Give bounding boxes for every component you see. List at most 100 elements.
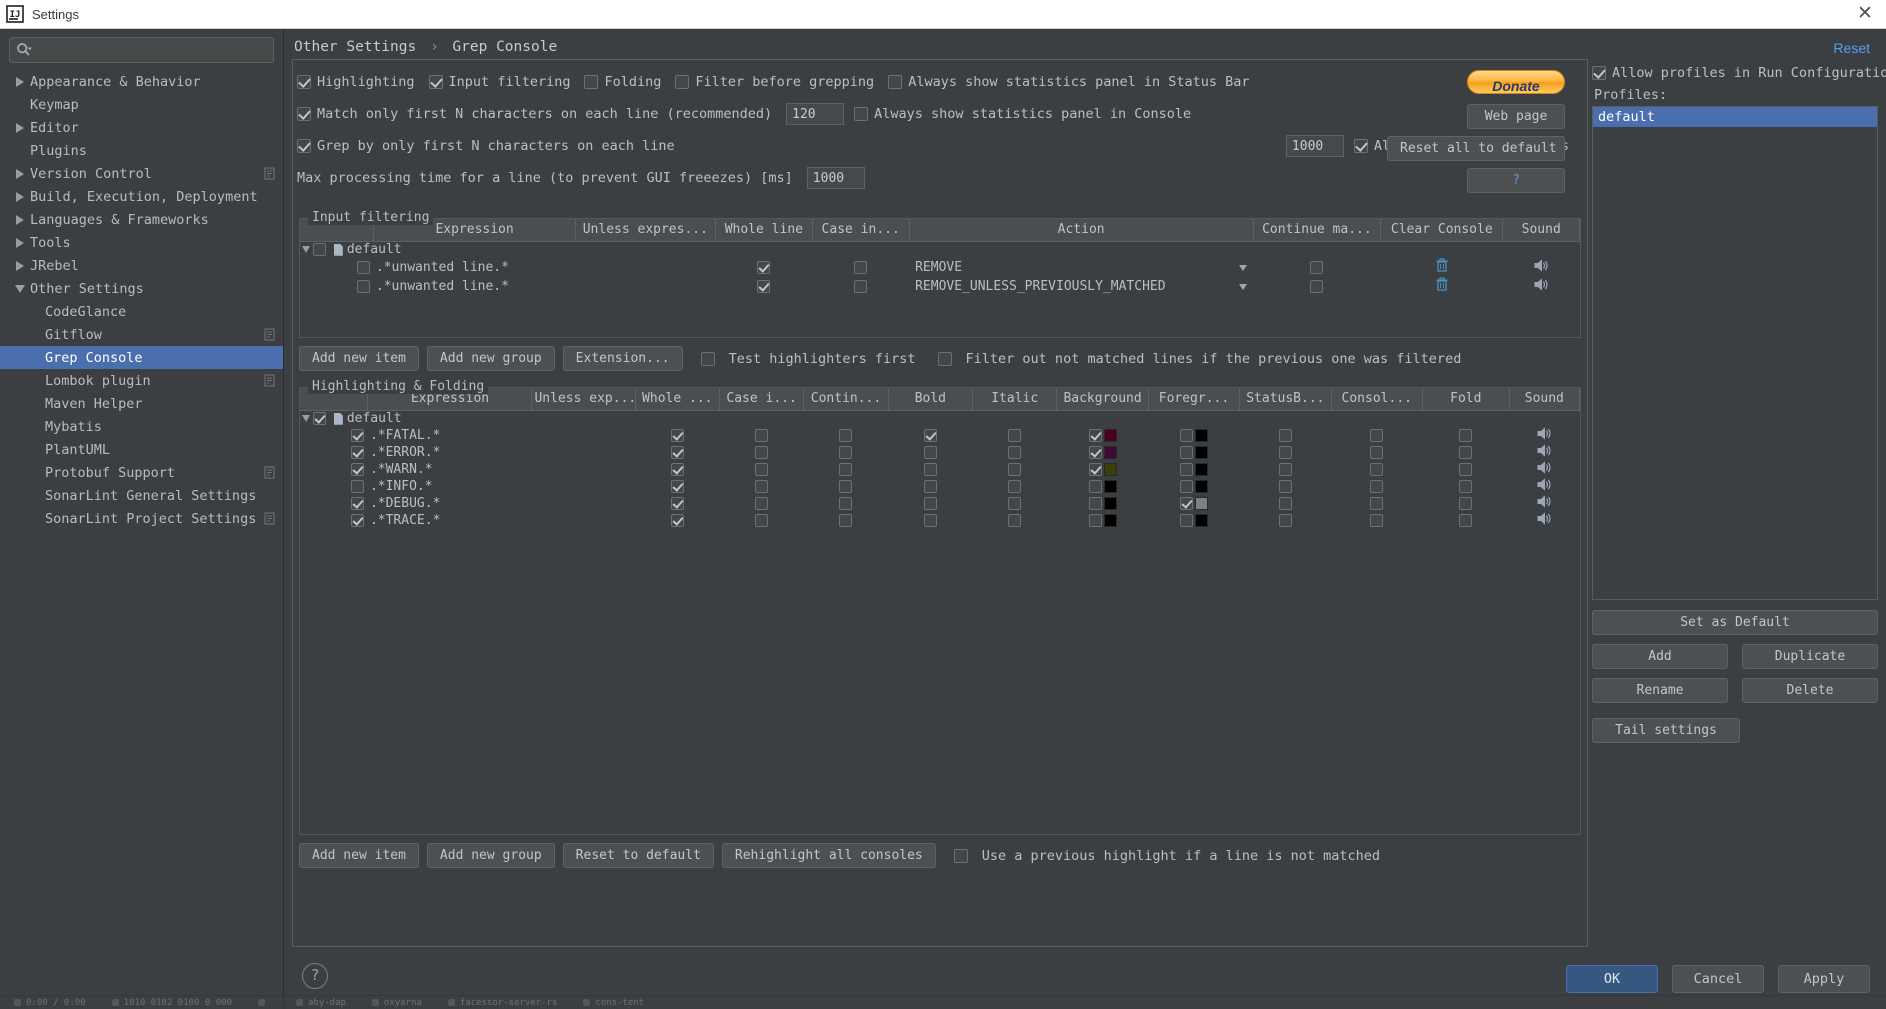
table-row[interactable]: .*unwanted line.* REMOVE bbox=[300, 258, 1580, 277]
hl-enable-cell[interactable] bbox=[300, 461, 368, 478]
table-row[interactable]: .*INFO.* bbox=[300, 478, 1580, 495]
tail-settings-button[interactable]: Tail settings bbox=[1592, 718, 1740, 743]
sidebar-item-languages-frameworks[interactable]: Languages & Frameworks bbox=[0, 208, 283, 231]
always-pin-checkbox[interactable] bbox=[1353, 139, 1368, 153]
rehighlight-all-consoles-button[interactable]: Rehighlight all consoles bbox=[721, 843, 936, 868]
if-clear-console-cell[interactable] bbox=[1381, 277, 1503, 296]
hl-continue-checkbox[interactable] bbox=[839, 429, 853, 442]
hl-italic-checkbox[interactable] bbox=[1008, 463, 1022, 476]
if-whole-line-cell[interactable] bbox=[715, 277, 812, 296]
hl-statusbar-checkbox[interactable] bbox=[1278, 514, 1292, 527]
hl-bold-checkbox[interactable] bbox=[923, 497, 937, 510]
hl-sound-cell[interactable] bbox=[1509, 444, 1579, 461]
hl-foreground-color-swatch[interactable] bbox=[1194, 446, 1208, 459]
if-case-cell[interactable] bbox=[812, 258, 909, 277]
hl-fold-checkbox[interactable] bbox=[1459, 480, 1473, 493]
if-col-header-6[interactable]: Continue ma... bbox=[1253, 219, 1382, 242]
if-unless-cell[interactable] bbox=[575, 277, 715, 296]
chevron-right-icon[interactable] bbox=[10, 122, 30, 133]
option-input-filtering-checkbox[interactable] bbox=[428, 75, 443, 89]
table-row[interactable]: .*FATAL.* bbox=[300, 427, 1580, 444]
hl-enable-cell[interactable] bbox=[300, 495, 368, 512]
hl-whole-line-checkbox[interactable] bbox=[670, 497, 684, 510]
hl-background-color-swatch[interactable] bbox=[1103, 480, 1117, 493]
if-case-cell[interactable] bbox=[812, 277, 909, 296]
hl-unless-cell[interactable] bbox=[532, 512, 635, 529]
hl-whole-line-checkbox[interactable] bbox=[670, 446, 684, 459]
hl-expression-cell[interactable]: .*TRACE.* bbox=[368, 512, 532, 529]
option-always-show-statistics-panel-in-status-bar-checkbox[interactable] bbox=[888, 75, 903, 89]
hl-foreground-checkbox[interactable] bbox=[1179, 463, 1193, 476]
if-clear-console-cell[interactable] bbox=[1381, 258, 1503, 277]
cancel-button[interactable]: Cancel bbox=[1672, 965, 1764, 993]
hl-bold-cell[interactable] bbox=[888, 444, 972, 461]
hl-italic-checkbox[interactable] bbox=[1008, 514, 1022, 527]
if-col-header-5[interactable]: Action bbox=[909, 219, 1254, 242]
hl-continue-cell[interactable] bbox=[804, 427, 888, 444]
hl-fold-checkbox[interactable] bbox=[1459, 446, 1473, 459]
if-col-header-7[interactable]: Clear Console bbox=[1380, 219, 1504, 242]
hl-whole-line-cell[interactable] bbox=[635, 512, 719, 529]
hl-statusbar-checkbox[interactable] bbox=[1278, 497, 1292, 510]
hl-background-cell[interactable] bbox=[1057, 512, 1148, 529]
hl-italic-checkbox[interactable] bbox=[1008, 480, 1022, 493]
hl-enable-cell[interactable] bbox=[300, 444, 368, 461]
sidebar-item-maven-helper[interactable]: Maven Helper bbox=[0, 392, 283, 415]
hl-italic-cell[interactable] bbox=[973, 427, 1057, 444]
if-action-cell[interactable]: REMOVE bbox=[909, 258, 1253, 277]
hl-case-checkbox[interactable] bbox=[755, 497, 769, 510]
hl-continue-checkbox[interactable] bbox=[839, 463, 853, 476]
chevron-right-icon[interactable] bbox=[10, 168, 30, 179]
help-icon[interactable]: ? bbox=[302, 963, 328, 989]
search-input[interactable] bbox=[9, 37, 274, 63]
hl-sound-cell[interactable] bbox=[1509, 495, 1579, 512]
hl-foreground-color-swatch[interactable] bbox=[1194, 429, 1208, 442]
hl-unless-cell[interactable] bbox=[532, 444, 635, 461]
apply-button[interactable]: Apply bbox=[1778, 965, 1870, 993]
hl-bold-cell[interactable] bbox=[888, 478, 972, 495]
hl-background-checkbox[interactable] bbox=[1088, 446, 1102, 459]
sidebar-item-plantuml[interactable]: PlantUML bbox=[0, 438, 283, 461]
hl-background-cell[interactable] bbox=[1057, 444, 1148, 461]
hl-col-header-9[interactable]: Foregr... bbox=[1148, 388, 1241, 411]
sidebar-item-sonarlint-project-settings[interactable]: SonarLint Project Settings bbox=[0, 507, 283, 530]
hl-case-cell[interactable] bbox=[719, 461, 803, 478]
hl-enable-cell[interactable] bbox=[300, 512, 368, 529]
hl-italic-cell[interactable] bbox=[973, 512, 1057, 529]
hl-statusbar-cell[interactable] bbox=[1240, 495, 1331, 512]
hl-console-checkbox[interactable] bbox=[1370, 514, 1384, 527]
hl-whole-line-checkbox[interactable] bbox=[670, 480, 684, 493]
if-col-header-4[interactable]: Case in... bbox=[812, 219, 910, 242]
hl-continue-cell[interactable] bbox=[804, 478, 888, 495]
chevron-down-icon[interactable] bbox=[1239, 284, 1248, 290]
hl-bold-cell[interactable] bbox=[888, 461, 972, 478]
hl-fold-checkbox[interactable] bbox=[1459, 429, 1473, 442]
hl-background-color-swatch[interactable] bbox=[1103, 429, 1117, 442]
delete-profile-button[interactable]: Delete bbox=[1742, 678, 1878, 703]
hl-col-header-5[interactable]: Contin... bbox=[803, 388, 889, 411]
hl-background-checkbox[interactable] bbox=[1088, 429, 1102, 442]
donate-button[interactable]: Donate bbox=[1467, 70, 1565, 94]
chevron-down-icon[interactable] bbox=[1239, 265, 1248, 271]
use-previous-highlight-checkbox[interactable] bbox=[953, 848, 968, 863]
hl-whole-line-cell[interactable] bbox=[635, 495, 719, 512]
hl-statusbar-checkbox[interactable] bbox=[1278, 480, 1292, 493]
grep-first-n-checkbox[interactable] bbox=[297, 139, 311, 153]
if-whole-line-checkbox[interactable] bbox=[757, 261, 771, 274]
hl-case-checkbox[interactable] bbox=[755, 429, 769, 442]
hl-statusbar-checkbox[interactable] bbox=[1278, 463, 1292, 476]
hl-foreground-cell[interactable] bbox=[1148, 512, 1239, 529]
hl-whole-line-checkbox[interactable] bbox=[670, 514, 684, 527]
hl-foreground-checkbox[interactable] bbox=[1179, 497, 1193, 510]
sidebar-item-plugins[interactable]: Plugins bbox=[0, 139, 283, 162]
hl-statusbar-cell[interactable] bbox=[1240, 512, 1331, 529]
hl-background-color-swatch[interactable] bbox=[1103, 497, 1117, 510]
help-question-button[interactable]: ? bbox=[1467, 168, 1565, 193]
if-expression-cell[interactable]: .*unwanted line.* bbox=[374, 277, 575, 296]
hl-bold-checkbox[interactable] bbox=[923, 446, 937, 459]
if-expression-cell[interactable]: .*unwanted line.* bbox=[374, 258, 575, 277]
hl-bold-checkbox[interactable] bbox=[923, 463, 937, 476]
if-add-new-item-button[interactable]: Add new item bbox=[299, 346, 419, 371]
hl-statusbar-cell[interactable] bbox=[1240, 427, 1331, 444]
chevron-down-icon[interactable] bbox=[302, 246, 310, 254]
